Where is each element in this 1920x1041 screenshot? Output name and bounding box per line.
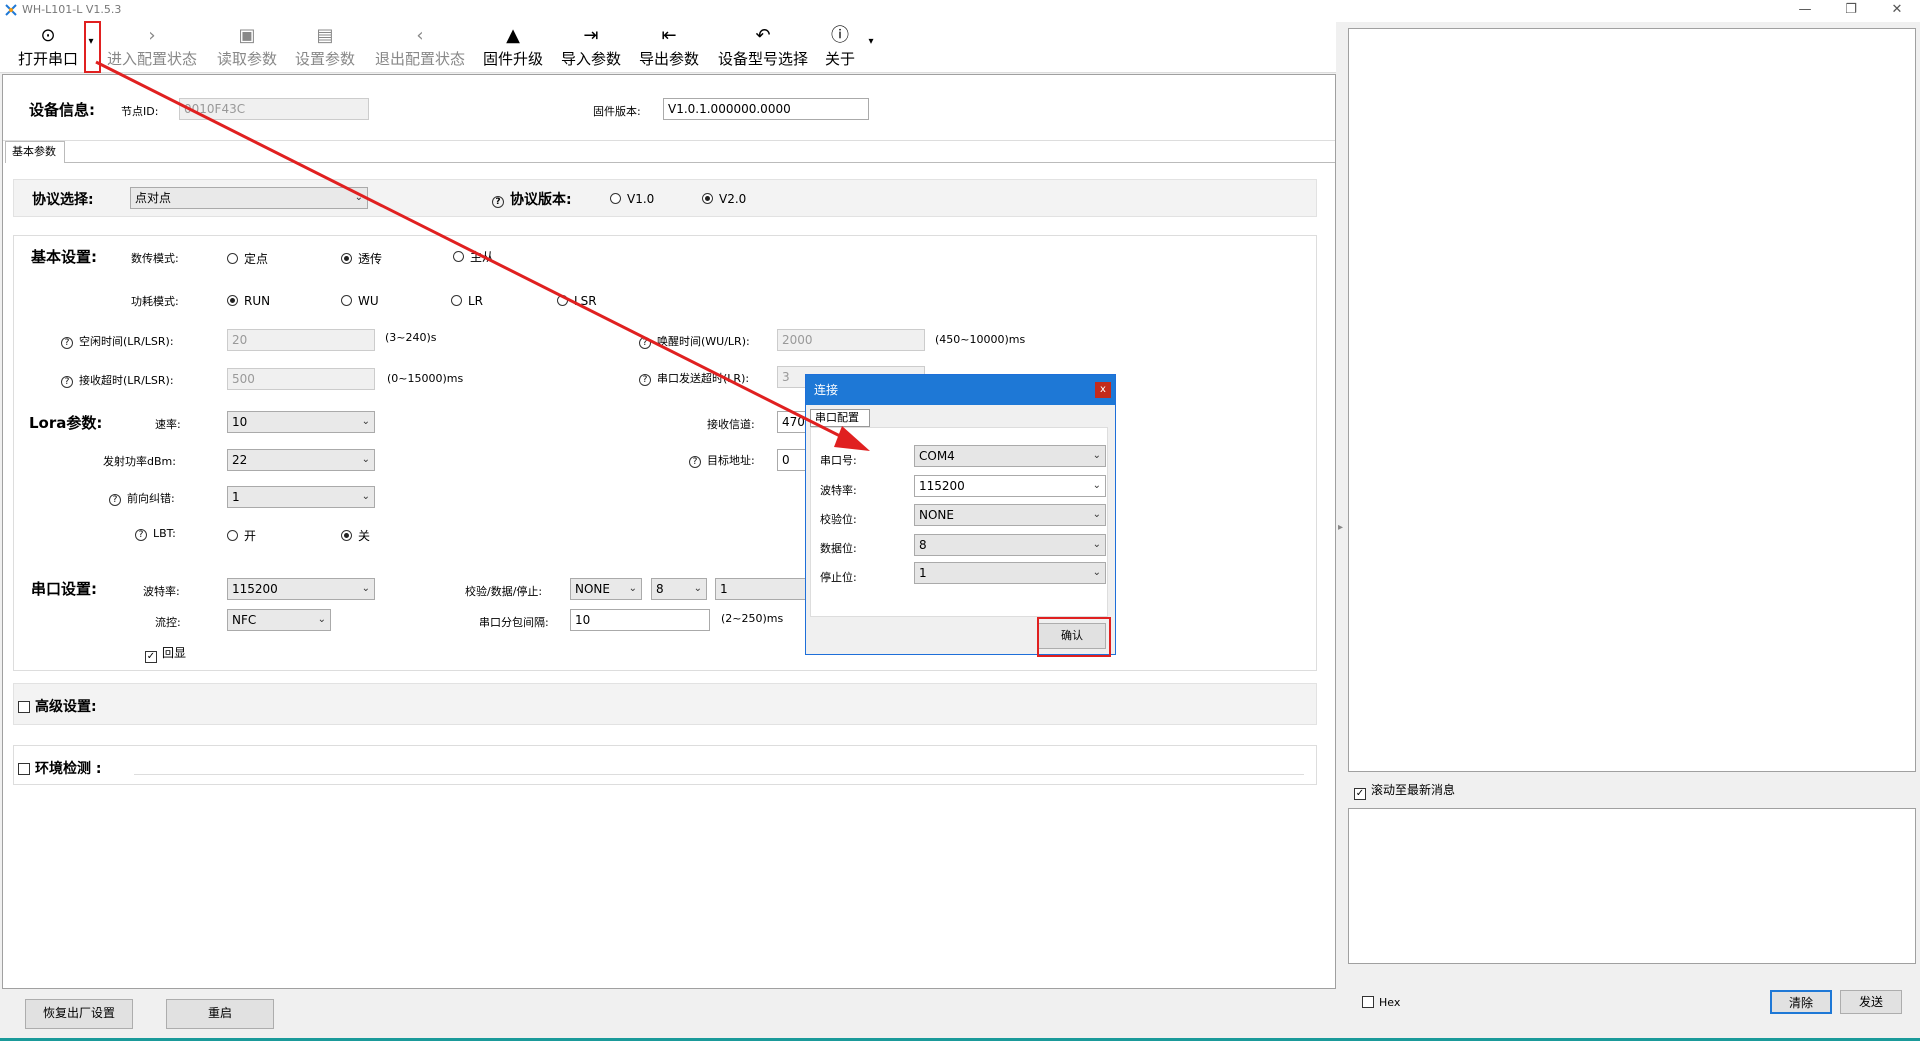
app-window: WH-L101-L V1.5.3 — ❐ ✕ ⊙ 打开串口 ▾ › 进入配置状态… <box>0 0 1920 1041</box>
annotation-arrow-icon <box>95 60 870 451</box>
